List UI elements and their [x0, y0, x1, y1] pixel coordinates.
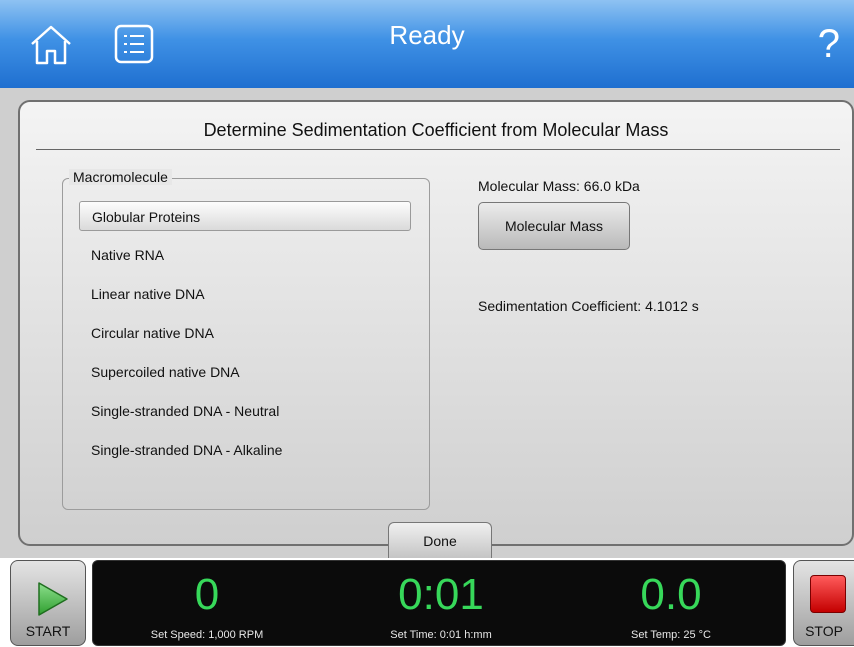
list-item-ssdna-alkaline[interactable]: Single-stranded DNA - Alkaline [79, 435, 411, 465]
group-label: Macromolecule [69, 169, 172, 185]
help-icon[interactable]: ? [818, 20, 840, 68]
top-bar: Ready ? [0, 0, 854, 88]
time-value: 0:01 [398, 570, 484, 619]
temperature-value: 0.0 [640, 570, 702, 619]
start-button[interactable]: START [10, 560, 86, 646]
set-temp-label[interactable]: Set Temp: 25 °C [571, 629, 771, 641]
list-item-linear-native-dna[interactable]: Linear native DNA [79, 279, 411, 309]
list-item-native-rna[interactable]: Native RNA [79, 240, 411, 270]
set-speed-label[interactable]: Set Speed: 1,000 RPM [107, 629, 307, 641]
dialog-panel: Determine Sedimentation Coefficient from… [18, 100, 854, 560]
molecular-mass-button[interactable]: Molecular Mass [478, 202, 630, 250]
list-item-ssdna-neutral[interactable]: Single-stranded DNA - Neutral [79, 396, 411, 426]
stop-icon [810, 575, 846, 613]
stop-button[interactable]: STOP [793, 560, 854, 646]
start-label: START [25, 623, 71, 639]
run-status-display: 0 Set Speed: 1,000 RPM 0:01 Set Time: 0:… [92, 560, 786, 646]
list-item-supercoiled-native-dna[interactable]: Supercoiled native DNA [79, 357, 411, 387]
title-divider [36, 149, 840, 150]
molecular-mass-readout: Molecular Mass: 66.0 kDa [478, 178, 640, 194]
macromolecule-group: Macromolecule Globular Proteins Native R… [62, 169, 430, 510]
list-item-globular-proteins[interactable]: Globular Proteins [79, 201, 411, 231]
control-bar: START 0 Set Speed: 1,000 RPM 0:01 Set Ti… [0, 558, 854, 647]
dialog-title: Determine Sedimentation Coefficient from… [203, 120, 669, 140]
stop-label: STOP [805, 623, 843, 639]
done-button[interactable]: Done [388, 522, 492, 560]
status-title: Ready [389, 20, 465, 50]
speed-value: 0 [194, 570, 220, 619]
set-time-label[interactable]: Set Time: 0:01 h:mm [341, 629, 541, 641]
main-area: Determine Sedimentation Coefficient from… [0, 88, 854, 560]
play-icon [38, 582, 68, 616]
sedimentation-coefficient-readout: Sedimentation Coefficient: 4.1012 s [478, 298, 699, 314]
list-item-circular-native-dna[interactable]: Circular native DNA [79, 318, 411, 348]
